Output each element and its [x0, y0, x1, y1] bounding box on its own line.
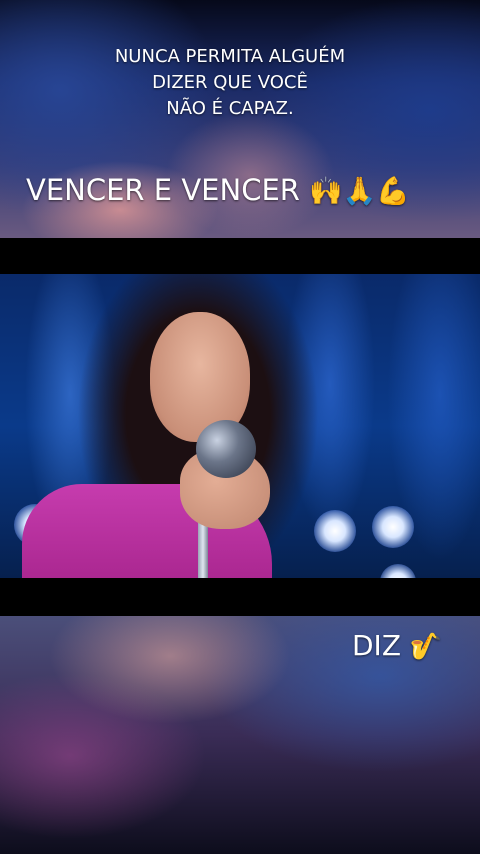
headline-text: VENCER E VENCER — [26, 173, 300, 207]
letterbox-bar-top — [0, 238, 480, 274]
diz-text: DIZ — [352, 629, 401, 662]
diz-caption: DIZ 🎷 — [352, 626, 442, 667]
video-post-screen: NUNCA PERMITA ALGUÉM DIZER QUE VOCÊ NÃO … — [0, 0, 480, 854]
stage-light-icon — [380, 564, 416, 578]
caption-line-1: NUNCA PERMITA ALGUÉM — [114, 46, 346, 67]
motivational-caption: NUNCA PERMITA ALGUÉM DIZER QUE VOCÊ NÃO … — [0, 44, 460, 122]
microphone-icon — [196, 420, 256, 478]
caption-line-2: DIZER QUE VOCÊ — [152, 72, 308, 93]
video-frame[interactable] — [0, 274, 480, 578]
letterbox-bar-bottom — [0, 578, 480, 616]
stage-light-icon — [372, 506, 414, 548]
caption-line-3: NÃO É CAPAZ. — [166, 98, 294, 119]
emoji-group-icon: 🙌🙏💪 — [309, 176, 410, 207]
saxophone-icon: 🎷 — [409, 632, 443, 662]
headline-caption: VENCER E VENCER 🙌🙏💪 — [26, 170, 410, 212]
